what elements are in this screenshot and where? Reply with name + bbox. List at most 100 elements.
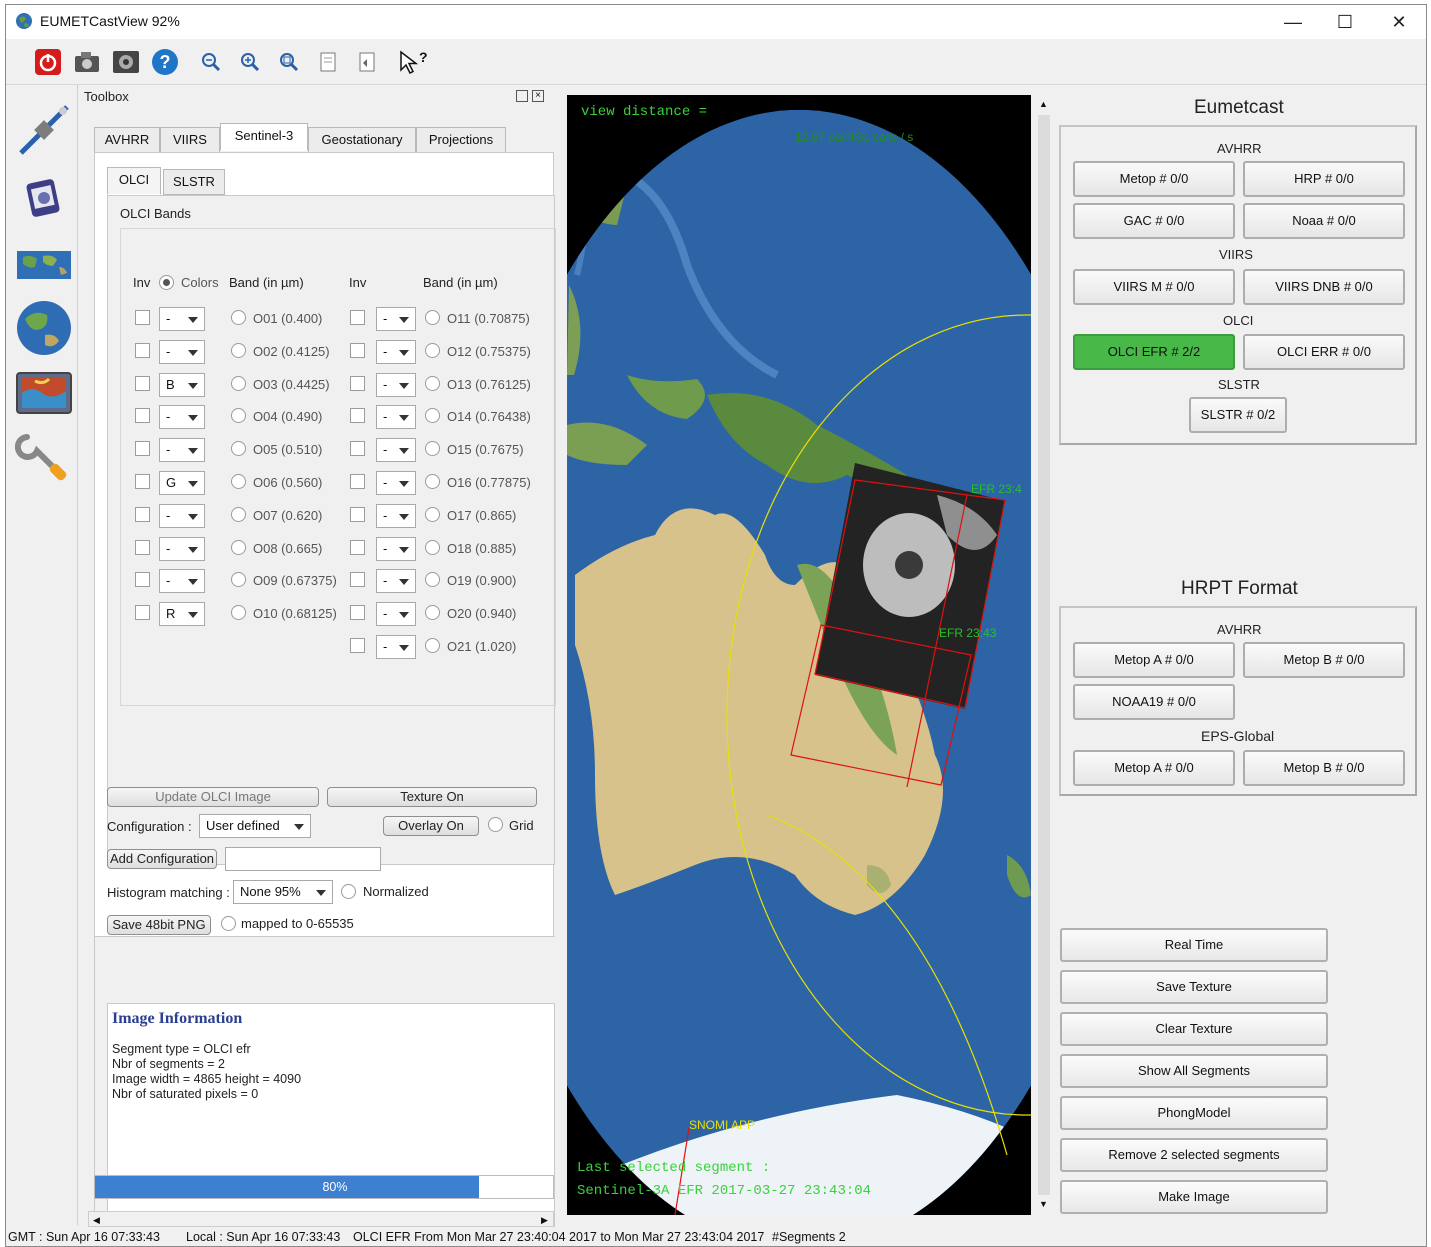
gac-button[interactable]: GAC # 0/0 bbox=[1073, 203, 1235, 239]
band-radio[interactable] bbox=[231, 343, 246, 358]
band-radio[interactable] bbox=[425, 507, 440, 522]
inv-checkbox[interactable] bbox=[350, 507, 365, 522]
inv-checkbox[interactable] bbox=[350, 441, 365, 456]
subtab-slstr[interactable]: SLSTR bbox=[163, 169, 225, 195]
band-radio[interactable] bbox=[231, 310, 246, 325]
band-color-select[interactable]: B bbox=[159, 373, 205, 397]
noaa-button[interactable]: Noaa # 0/0 bbox=[1243, 203, 1405, 239]
grid-radio[interactable] bbox=[488, 817, 503, 832]
inv-checkbox[interactable] bbox=[350, 310, 365, 325]
maximize-button[interactable]: ☐ bbox=[1322, 9, 1368, 35]
band-color-select[interactable]: - bbox=[376, 569, 416, 593]
zoom-out-icon[interactable] bbox=[196, 47, 226, 77]
colors-radio[interactable] bbox=[159, 275, 174, 290]
satellite-icon[interactable] bbox=[15, 101, 73, 159]
band-radio[interactable] bbox=[231, 408, 246, 423]
inv-checkbox[interactable] bbox=[135, 474, 150, 489]
page-icon[interactable] bbox=[313, 47, 343, 77]
band-color-select[interactable]: - bbox=[159, 307, 205, 331]
band-radio[interactable] bbox=[425, 376, 440, 391]
tab-projections[interactable]: Projections bbox=[416, 127, 506, 153]
normalized-radio[interactable] bbox=[341, 884, 356, 899]
configuration-name-input[interactable] bbox=[225, 847, 381, 871]
real-time-button[interactable]: Real Time bbox=[1060, 928, 1328, 962]
overlay-on-button[interactable]: Overlay On bbox=[383, 816, 479, 836]
help-icon[interactable]: ? bbox=[150, 47, 180, 77]
texture-on-button[interactable]: Texture On bbox=[327, 787, 537, 807]
band-color-select[interactable]: R bbox=[159, 602, 205, 626]
histogram-select[interactable]: None 95% bbox=[233, 880, 333, 904]
inv-checkbox[interactable] bbox=[135, 540, 150, 555]
update-olci-button[interactable]: Update OLCI Image bbox=[107, 787, 319, 807]
inv-checkbox[interactable] bbox=[350, 343, 365, 358]
band-radio[interactable] bbox=[425, 572, 440, 587]
band-radio[interactable] bbox=[425, 540, 440, 555]
make-image-button[interactable]: Make Image bbox=[1060, 1180, 1328, 1214]
band-color-select[interactable]: - bbox=[159, 537, 205, 561]
satellite-module-icon[interactable] bbox=[15, 171, 73, 229]
scroll-down-icon[interactable]: ▼ bbox=[1039, 1199, 1048, 1209]
band-color-select[interactable]: - bbox=[159, 438, 205, 462]
clear-texture-button[interactable]: Clear Texture bbox=[1060, 1012, 1328, 1046]
band-radio[interactable] bbox=[231, 507, 246, 522]
inv-checkbox[interactable] bbox=[135, 441, 150, 456]
globe-view[interactable]: view distance = 12.67 paintGL calls / s … bbox=[567, 95, 1031, 1215]
world-map-icon[interactable] bbox=[15, 237, 73, 295]
zoom-fit-icon[interactable] bbox=[274, 47, 304, 77]
camera-icon[interactable] bbox=[72, 47, 102, 77]
band-color-select[interactable]: - bbox=[376, 340, 416, 364]
band-color-select[interactable]: - bbox=[159, 504, 205, 528]
metop-button[interactable]: Metop # 0/0 bbox=[1073, 161, 1235, 197]
viirs-m-button[interactable]: VIIRS M # 0/0 bbox=[1073, 269, 1235, 305]
save-48bit-png-button[interactable]: Save 48bit PNG bbox=[107, 915, 211, 935]
remove-selected-segments-button[interactable]: Remove 2 selected segments bbox=[1060, 1138, 1328, 1172]
band-color-select[interactable]: - bbox=[376, 307, 416, 331]
band-radio[interactable] bbox=[425, 638, 440, 653]
inv-checkbox[interactable] bbox=[135, 507, 150, 522]
band-color-select[interactable]: G bbox=[159, 471, 205, 495]
globe-vertical-scrollbar[interactable]: ▲ ▼ bbox=[1036, 95, 1052, 1215]
hrp-button[interactable]: HRP # 0/0 bbox=[1243, 161, 1405, 197]
band-color-select[interactable]: - bbox=[376, 438, 416, 462]
tab-avhrr[interactable]: AVHRR bbox=[94, 127, 160, 153]
tab-geostationary[interactable]: Geostationary bbox=[308, 127, 416, 153]
globe-canvas[interactable]: view distance = 12.67 paintGL calls / s … bbox=[567, 95, 1031, 1215]
scroll-thumb[interactable] bbox=[1038, 115, 1050, 1195]
film-icon[interactable] bbox=[111, 47, 141, 77]
globe-icon[interactable] bbox=[15, 299, 73, 357]
mapped-radio[interactable] bbox=[221, 916, 236, 931]
inv-checkbox[interactable] bbox=[350, 376, 365, 391]
band-radio[interactable] bbox=[231, 441, 246, 456]
minimize-button[interactable]: — bbox=[1270, 9, 1316, 35]
inv-checkbox[interactable] bbox=[350, 605, 365, 620]
inv-checkbox[interactable] bbox=[350, 408, 365, 423]
subtab-olci[interactable]: OLCI bbox=[107, 167, 161, 195]
power-icon[interactable] bbox=[33, 47, 63, 77]
olci-err-button[interactable]: OLCI ERR # 0/0 bbox=[1243, 334, 1405, 370]
band-color-select[interactable]: - bbox=[376, 602, 416, 626]
band-color-select[interactable]: - bbox=[376, 471, 416, 495]
page-back-icon[interactable] bbox=[352, 47, 382, 77]
inv-checkbox[interactable] bbox=[135, 310, 150, 325]
slstr-button[interactable]: SLSTR # 0/2 bbox=[1189, 397, 1287, 433]
inv-checkbox[interactable] bbox=[135, 343, 150, 358]
olci-efr-button[interactable]: OLCI EFR # 2/2 bbox=[1073, 334, 1235, 370]
add-configuration-button[interactable]: Add Configuration bbox=[107, 849, 217, 869]
metop-a-button[interactable]: Metop A # 0/0 bbox=[1073, 642, 1235, 678]
phong-model-button[interactable]: PhongModel bbox=[1060, 1096, 1328, 1130]
tools-icon[interactable] bbox=[14, 431, 73, 489]
eps-metop-a-button[interactable]: Metop A # 0/0 bbox=[1073, 750, 1235, 786]
inv-checkbox[interactable] bbox=[350, 540, 365, 555]
inv-checkbox[interactable] bbox=[350, 474, 365, 489]
show-all-segments-button[interactable]: Show All Segments bbox=[1060, 1054, 1328, 1088]
band-color-select[interactable]: - bbox=[159, 405, 205, 429]
scroll-left-icon[interactable]: ◀ bbox=[93, 1215, 100, 1226]
float-icon[interactable] bbox=[516, 90, 528, 102]
scroll-right-icon[interactable]: ▶ bbox=[541, 1215, 548, 1226]
tab-viirs[interactable]: VIIRS bbox=[160, 127, 220, 153]
band-color-select[interactable]: - bbox=[159, 340, 205, 364]
zoom-in-icon[interactable] bbox=[235, 47, 265, 77]
band-color-select[interactable]: - bbox=[159, 569, 205, 593]
band-radio[interactable] bbox=[231, 376, 246, 391]
close-dock-icon[interactable]: × bbox=[532, 90, 544, 102]
